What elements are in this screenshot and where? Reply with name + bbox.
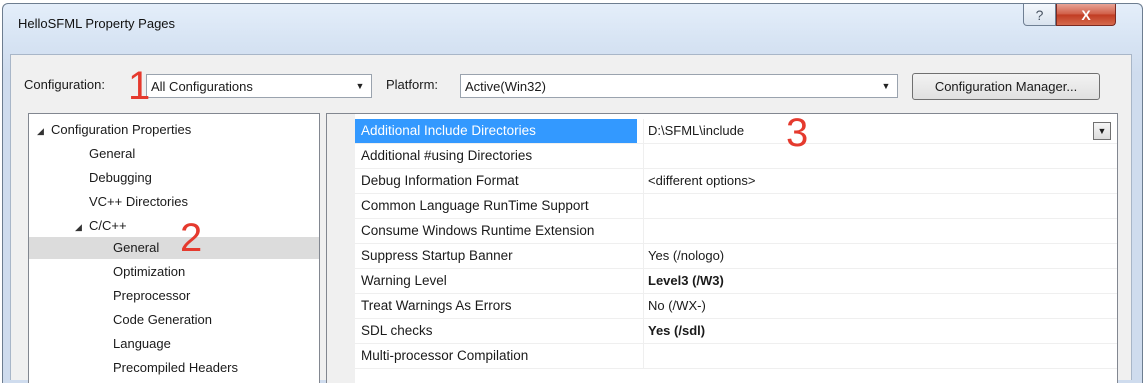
property-row-sdl-checks[interactable]: SDL checks Yes (/sdl) (355, 319, 1117, 344)
tree-item-precompiled-headers[interactable]: Precompiled Headers (113, 357, 238, 379)
configuration-select-value: All Configurations (151, 78, 253, 94)
tree-item-label: Precompiled Headers (113, 360, 239, 375)
tree-item-label: Debugging (89, 170, 152, 185)
property-name: Warning Level (361, 273, 447, 288)
property-value[interactable]: No (/WX-) (643, 294, 1117, 318)
annotation-marker-3: 3 (786, 111, 809, 155)
property-tree[interactable]: ◢ Configuration Properties General Debugg… (28, 113, 320, 383)
tree-item-code-generation[interactable]: Code Generation (113, 309, 212, 331)
property-name: SDL checks (361, 323, 433, 338)
close-icon: X (1081, 6, 1091, 23)
tree-item-label: Optimization (113, 264, 186, 279)
property-name: Treat Warnings As Errors (361, 298, 512, 313)
property-name: Additional Include Directories (355, 119, 637, 143)
tree-item-label: Preprocessor (113, 288, 191, 303)
tree-item-configuration-properties[interactable]: ◢ Configuration Properties (37, 119, 191, 141)
tree-item-label: General (113, 240, 160, 255)
grid-gutter (327, 114, 355, 383)
title-bar[interactable]: HelloSFML Property Pages ? X (3, 4, 1142, 40)
property-row-treat-warnings-as-errors[interactable]: Treat Warnings As Errors No (/WX-) (355, 294, 1117, 319)
tree-item-label: Code Generation (113, 312, 213, 327)
tree-item-label: General (89, 146, 136, 161)
chevron-down-icon: ▼ (1097, 126, 1107, 136)
expanded-triangle-icon: ◢ (75, 222, 82, 232)
close-button[interactable]: X (1056, 4, 1116, 26)
tree-item-language[interactable]: Language (113, 333, 171, 355)
tree-item-vc-directories[interactable]: VC++ Directories (89, 191, 188, 213)
help-button[interactable]: ? (1023, 4, 1056, 26)
chevron-down-icon: ▼ (355, 81, 365, 91)
property-value-field[interactable]: D:\SFML\include (643, 119, 1117, 143)
tree-item-debugging[interactable]: Debugging (89, 167, 152, 189)
configuration-manager-button[interactable]: Configuration Manager... (912, 73, 1100, 100)
platform-select-value: Active(Win32) (465, 78, 546, 94)
annotation-marker-2: 2 (180, 216, 203, 260)
property-row-multi-processor-compilation[interactable]: Multi-processor Compilation (355, 344, 1117, 369)
property-row-clr-support[interactable]: Common Language RunTime Support (355, 194, 1117, 219)
tree-item-general[interactable]: General (89, 143, 135, 165)
tree-item-cpp-general[interactable]: General (29, 237, 319, 259)
property-value[interactable] (643, 219, 1117, 243)
window-title: HelloSFML Property Pages (18, 16, 176, 31)
tree-item-label: C/C++ (89, 218, 127, 233)
platform-label: Platform: (386, 77, 439, 92)
tree-item-preprocessor[interactable]: Preprocessor (113, 285, 190, 307)
tree-item-label: Configuration Properties (51, 122, 192, 137)
property-row-consume-winrt-extension[interactable]: Consume Windows Runtime Extension (355, 219, 1117, 244)
expanded-triangle-icon: ◢ (37, 126, 44, 136)
property-name: Consume Windows Runtime Extension (361, 223, 595, 238)
property-name: Multi-processor Compilation (361, 348, 529, 363)
property-row-warning-level[interactable]: Warning Level Level3 (/W3) (355, 269, 1117, 294)
property-row-suppress-startup-banner[interactable]: Suppress Startup Banner Yes (/nologo) (355, 244, 1117, 269)
property-grid[interactable]: Additional Include Directories D:\SFML\i… (326, 113, 1118, 383)
configuration-label: Configuration: (24, 77, 105, 92)
chevron-down-icon: ▼ (881, 81, 891, 91)
property-value[interactable]: Yes (/nologo) (643, 244, 1117, 268)
property-value[interactable]: <different options> (643, 169, 1117, 193)
tree-item-c-cpp[interactable]: ◢ C/C++ (75, 215, 127, 237)
configuration-select[interactable]: All Configurations ▼ (146, 74, 372, 98)
property-row-additional-using-directories[interactable]: Additional #using Directories (355, 144, 1117, 169)
property-row-additional-include-directories[interactable]: Additional Include Directories D:\SFML\i… (355, 119, 1117, 144)
property-name: Common Language RunTime Support (361, 198, 589, 213)
tree-item-label: VC++ Directories (89, 194, 188, 209)
platform-select[interactable]: Active(Win32) ▼ (460, 74, 898, 98)
property-row-debug-information-format[interactable]: Debug Information Format <different opti… (355, 169, 1117, 194)
value-dropdown-button[interactable]: ▼ (1093, 122, 1111, 140)
annotation-marker-1: 1 (128, 64, 151, 108)
property-name: Additional #using Directories (361, 148, 533, 163)
property-name: Suppress Startup Banner (361, 248, 513, 263)
property-value[interactable] (643, 194, 1117, 218)
tree-item-optimization[interactable]: Optimization (113, 261, 185, 283)
property-value[interactable]: Level3 (/W3) (643, 269, 1117, 293)
property-value[interactable] (643, 344, 1117, 368)
property-value[interactable] (643, 144, 1117, 168)
help-icon: ? (1035, 6, 1044, 23)
property-name: Debug Information Format (361, 173, 519, 188)
property-value[interactable]: Yes (/sdl) (643, 319, 1117, 343)
tree-item-label: Language (113, 336, 171, 351)
